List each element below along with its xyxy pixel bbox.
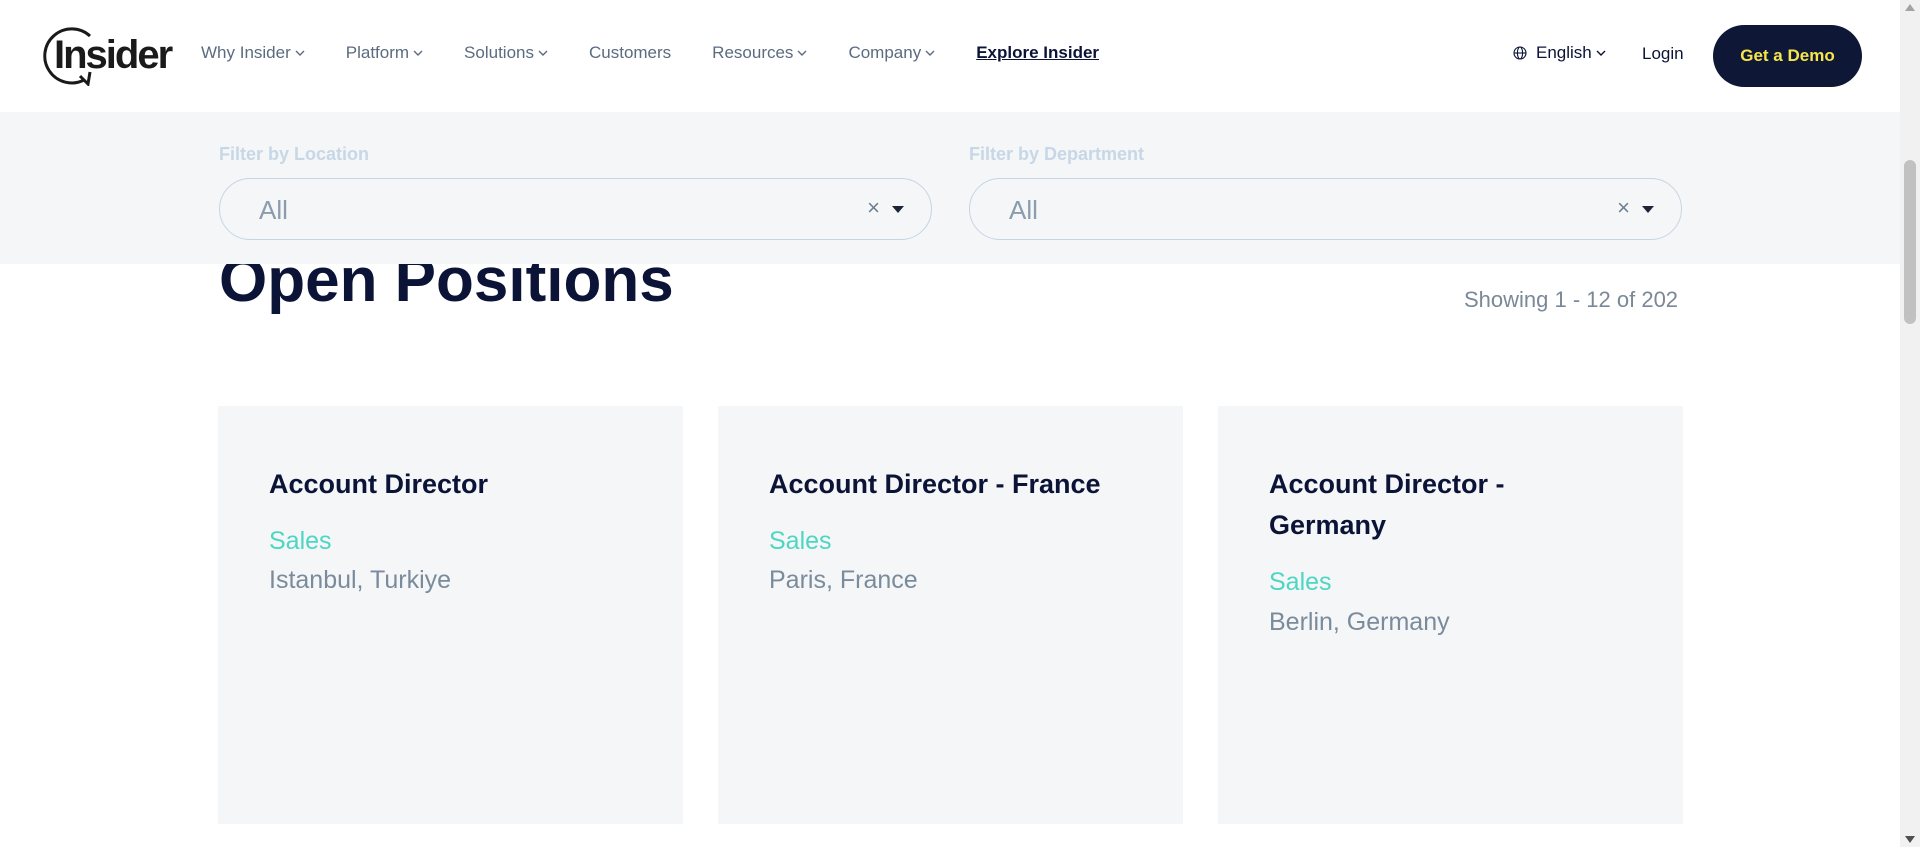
nav-label: Explore Insider bbox=[976, 43, 1100, 62]
language-selector[interactable]: English bbox=[1513, 43, 1606, 63]
get-a-demo-button[interactable]: Get a Demo bbox=[1713, 25, 1862, 87]
position-card[interactable]: Account Director - France Sales Paris, F… bbox=[718, 406, 1183, 824]
nav-label: Company bbox=[848, 43, 922, 62]
scrollbar-thumb[interactable] bbox=[1904, 160, 1916, 324]
nav-customers[interactable]: Customers bbox=[589, 43, 671, 63]
department-filter-value: All bbox=[1009, 195, 1038, 225]
position-department: Sales bbox=[1269, 568, 1332, 596]
chevron-down-icon bbox=[925, 50, 935, 56]
department-filter-select[interactable]: All × bbox=[969, 178, 1682, 240]
position-card[interactable]: Account Director - Germany Sales Berlin,… bbox=[1218, 406, 1683, 824]
logo-text: Insider bbox=[54, 33, 173, 77]
position-location: Berlin, Germany bbox=[1269, 608, 1450, 636]
location-filter-value: All bbox=[259, 195, 288, 225]
nav-label: Solutions bbox=[464, 43, 534, 62]
chevron-down-icon bbox=[1596, 50, 1606, 56]
scroll-up-arrow-icon[interactable] bbox=[1905, 4, 1915, 11]
location-filter-label: Filter by Location bbox=[219, 144, 370, 164]
position-title[interactable]: Account Director bbox=[269, 464, 649, 505]
nav-label: Platform bbox=[345, 43, 410, 62]
nav-label: Customers bbox=[588, 43, 672, 62]
position-location: Paris, France bbox=[769, 566, 918, 594]
caret-down-icon[interactable] bbox=[892, 206, 904, 213]
chevron-down-icon bbox=[538, 50, 548, 56]
nav-label: Why Insider bbox=[201, 43, 291, 62]
position-title[interactable]: Account Director - France bbox=[769, 464, 1149, 505]
chevron-down-icon bbox=[295, 50, 305, 56]
main-nav: Why Insider Platform Solutions Customers… bbox=[201, 43, 1099, 63]
nav-why-insider[interactable]: Why Insider bbox=[201, 43, 305, 63]
position-title[interactable]: Account Director - Germany bbox=[1269, 464, 1569, 546]
location-filter-select[interactable]: All × bbox=[219, 178, 932, 240]
nav-explore-insider[interactable]: Explore Insider bbox=[976, 43, 1099, 63]
nav-resources[interactable]: Resources bbox=[712, 43, 807, 63]
caret-down-icon[interactable] bbox=[1642, 206, 1654, 213]
close-icon[interactable]: × bbox=[867, 197, 880, 219]
insider-logo[interactable]: Insider bbox=[40, 26, 173, 86]
nav-solutions[interactable]: Solutions bbox=[464, 43, 548, 63]
scroll-down-arrow-icon[interactable] bbox=[1905, 836, 1915, 843]
page-scrollbar[interactable] bbox=[1900, 0, 1920, 847]
login-link[interactable]: Login bbox=[1642, 44, 1684, 64]
nav-company[interactable]: Company bbox=[848, 43, 935, 63]
chevron-down-icon bbox=[797, 50, 807, 56]
filter-bar: Filter by Location All × Filter by Depar… bbox=[0, 112, 1900, 264]
site-header: Insider Why Insider Platform Solutions C… bbox=[0, 0, 1900, 112]
position-card[interactable]: Account Director Sales Istanbul, Turkiye bbox=[218, 406, 683, 824]
nav-platform[interactable]: Platform bbox=[346, 43, 423, 63]
department-filter-label: Filter by Department bbox=[969, 144, 1145, 164]
position-department: Sales bbox=[269, 527, 332, 555]
close-icon[interactable]: × bbox=[1617, 197, 1630, 219]
globe-icon bbox=[1513, 46, 1527, 60]
results-count: Showing 1 - 12 of 202 bbox=[1464, 287, 1679, 312]
position-department: Sales bbox=[769, 527, 832, 555]
nav-label: Resources bbox=[712, 43, 794, 62]
position-location: Istanbul, Turkiye bbox=[269, 566, 452, 594]
language-label: English bbox=[1536, 43, 1592, 62]
chevron-down-icon bbox=[413, 50, 423, 56]
